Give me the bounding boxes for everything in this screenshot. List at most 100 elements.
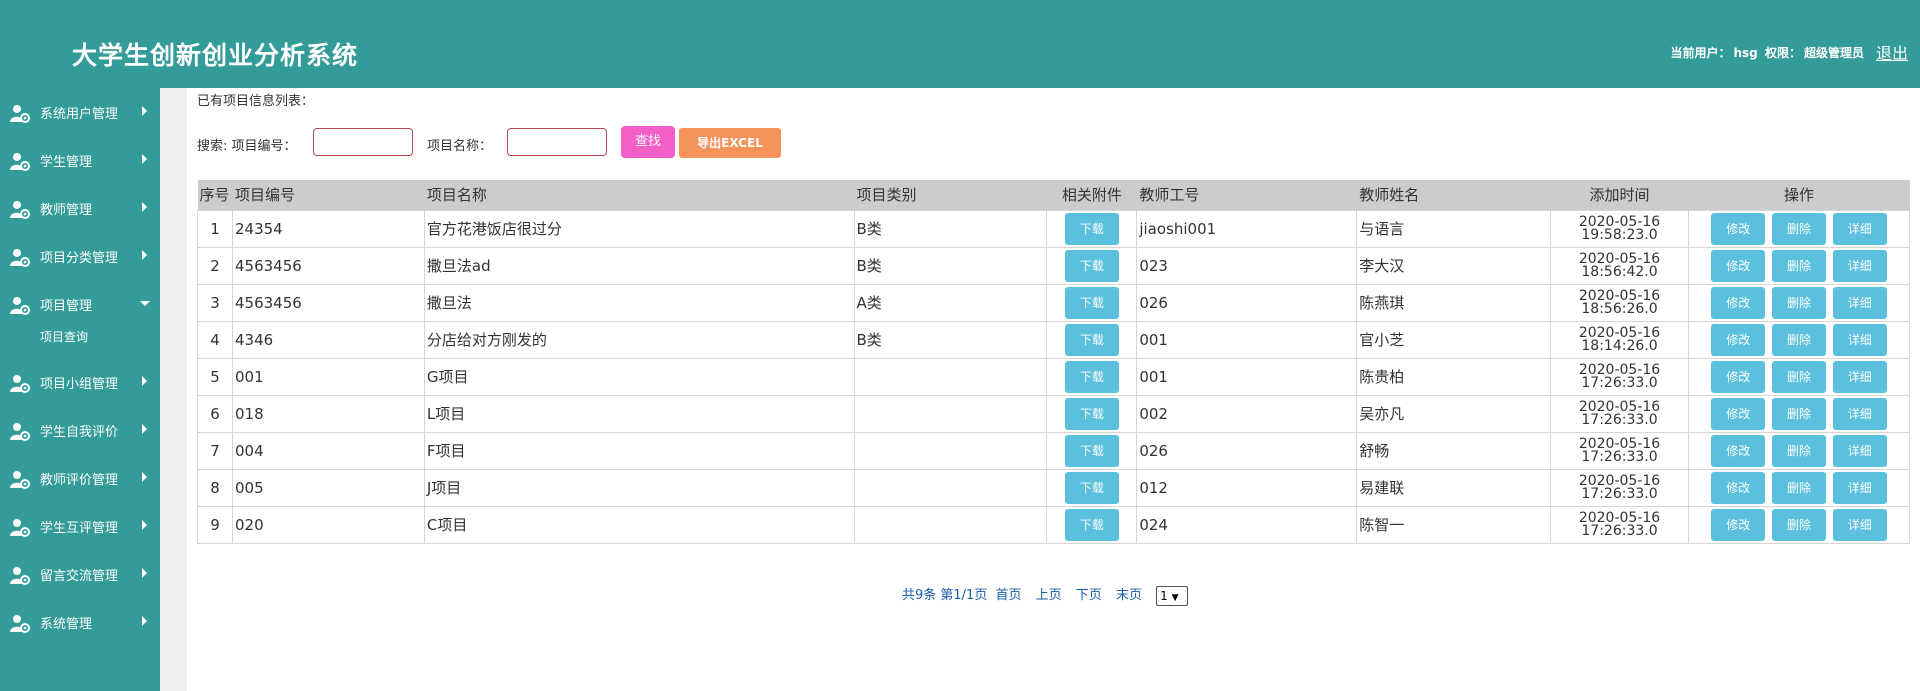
project-name-label: 项目名称： — [427, 139, 493, 154]
edit-button[interactable]: 修改 — [1711, 286, 1766, 319]
project-code-label: 搜索: 项目编号： — [197, 139, 297, 154]
col-header-teacher-no: 教师工号 — [1136, 180, 1358, 210]
cell-index: 6 — [197, 394, 233, 433]
added-clock: 17:26:33.0 — [1581, 522, 1658, 539]
download-button[interactable]: 下载 — [1064, 249, 1119, 282]
cell-teacher-no: jiaoshi001 — [1136, 209, 1358, 248]
delete-button[interactable]: 删除 — [1771, 212, 1826, 245]
project-name-input[interactable] — [507, 128, 607, 156]
first-page-link[interactable]: 首页 — [995, 588, 1021, 603]
cell-attachment: 下载 — [1046, 394, 1138, 433]
sidebar-item-label: 项目管理 — [40, 299, 93, 314]
download-button[interactable]: 下载 — [1064, 212, 1119, 245]
edit-button[interactable]: 修改 — [1711, 434, 1766, 467]
sidebar-item[interactable]: 留言交流管理 — [0, 550, 160, 598]
caret-right-icon — [142, 568, 147, 578]
sidebar-item[interactable]: 系统用户管理 — [0, 88, 160, 136]
sidebar-item[interactable]: 学生管理 — [0, 136, 160, 184]
detail-button[interactable]: 详细 — [1832, 397, 1887, 430]
detail-button[interactable]: 详细 — [1832, 471, 1887, 504]
logout-link[interactable]: 退出 — [1876, 40, 1908, 64]
project-code-input[interactable] — [313, 128, 413, 156]
delete-button[interactable]: 删除 — [1771, 360, 1826, 393]
next-page-link[interactable]: 下页 — [1076, 588, 1102, 603]
detail-button[interactable]: 详细 — [1832, 212, 1887, 245]
user-info: 当前用户： hsg 权限： 超级管理员 — [1667, 44, 1864, 61]
cell-name: 官方花港饭店很过分 — [423, 209, 855, 248]
export-excel-button[interactable]: 导出EXCEL — [679, 128, 781, 158]
table-header-row: 序号 项目编号 项目名称 项目类别 相关附件 教师工号 教师姓名 添加时间 操作 — [197, 180, 1911, 210]
cell-category — [853, 431, 1048, 470]
delete-button[interactable]: 删除 — [1771, 286, 1826, 319]
cell-index: 4 — [197, 320, 233, 359]
delete-button[interactable]: 删除 — [1771, 397, 1826, 430]
added-clock: 17:26:33.0 — [1581, 374, 1658, 391]
cell-code: 24354 — [231, 209, 425, 248]
cell-attachment: 下载 — [1046, 246, 1138, 285]
sidebar-item-label: 学生自我评价 — [40, 425, 119, 440]
sidebar-item[interactable]: 项目管理 — [0, 280, 160, 328]
delete-button[interactable]: 删除 — [1771, 249, 1826, 282]
download-button[interactable]: 下载 — [1064, 508, 1119, 541]
download-button[interactable]: 下载 — [1064, 471, 1119, 504]
detail-button[interactable]: 详细 — [1832, 249, 1887, 282]
col-header-attachment: 相关附件 — [1046, 180, 1138, 210]
cell-added-time: 2020-05-16 17:26:33.0 — [1550, 431, 1689, 470]
edit-button[interactable]: 修改 — [1711, 471, 1766, 504]
cell-code: 4563456 — [231, 246, 425, 285]
content-gutter — [160, 88, 187, 691]
table-row: 1 24354 官方花港饭店很过分 B类 下载 jiaoshi001 与语言 2020-05-… — [197, 209, 1911, 248]
edit-button[interactable]: 修改 — [1711, 360, 1766, 393]
last-page-link[interactable]: 末页 — [1116, 588, 1142, 603]
download-button[interactable]: 下载 — [1064, 323, 1119, 356]
detail-button[interactable]: 详细 — [1832, 323, 1887, 356]
cell-index: 1 — [197, 209, 233, 248]
detail-button[interactable]: 详细 — [1832, 286, 1887, 319]
cell-attachment: 下载 — [1046, 209, 1138, 248]
cell-attachment: 下载 — [1046, 283, 1138, 322]
sidebar-item[interactable]: 学生自我评价 — [0, 406, 160, 454]
edit-button[interactable]: 修改 — [1711, 212, 1766, 245]
edit-button[interactable]: 修改 — [1711, 508, 1766, 541]
download-button[interactable]: 下载 — [1064, 360, 1119, 393]
detail-button[interactable]: 详细 — [1832, 360, 1887, 393]
cell-teacher-name: 舒畅 — [1356, 431, 1552, 470]
prev-page-link[interactable]: 上页 — [1036, 588, 1062, 603]
delete-button[interactable]: 删除 — [1771, 323, 1826, 356]
delete-button[interactable]: 删除 — [1771, 471, 1826, 504]
download-button[interactable]: 下载 — [1064, 397, 1119, 430]
col-header-teacher-name: 教师姓名 — [1356, 180, 1552, 210]
col-header-index: 序号 — [197, 180, 233, 210]
sidebar-subitem-project-query[interactable]: 项目查询 — [0, 328, 160, 358]
pagination: 共9条 第1/1页 首页 上页 下页 末页 1 ▼ — [902, 584, 1189, 606]
sidebar-item[interactable]: 项目小组管理 — [0, 358, 160, 406]
page-select[interactable]: 1 ▼ — [1156, 585, 1189, 606]
detail-button[interactable]: 详细 — [1832, 508, 1887, 541]
cell-added-time: 2020-05-16 17:26:33.0 — [1550, 468, 1689, 507]
sidebar-item-label: 学生管理 — [40, 155, 93, 170]
cell-actions: 修改 删除 详细 — [1687, 468, 1911, 507]
cell-attachment: 下载 — [1046, 431, 1138, 470]
col-header-category: 项目类别 — [854, 180, 1048, 210]
download-button[interactable]: 下载 — [1064, 434, 1119, 467]
delete-button[interactable]: 删除 — [1771, 508, 1826, 541]
download-button[interactable]: 下载 — [1064, 286, 1119, 319]
cell-teacher-name: 易建联 — [1356, 468, 1552, 507]
table-row: 2 4563456 撒旦法ad B类 下载 023 李大汉 2020-05-16 18:56:4… — [197, 246, 1911, 285]
find-button[interactable]: 查找 — [621, 126, 675, 158]
sidebar-item[interactable]: 教师评价管理 — [0, 454, 160, 502]
sidebar-item[interactable]: 学生互评管理 — [0, 502, 160, 550]
edit-button[interactable]: 修改 — [1711, 323, 1766, 356]
detail-button[interactable]: 详细 — [1832, 434, 1887, 467]
sidebar-item[interactable]: 教师管理 — [0, 184, 160, 232]
cell-name: 分店给对方刚发的 — [423, 320, 855, 359]
edit-button[interactable]: 修改 — [1711, 397, 1766, 430]
delete-button[interactable]: 删除 — [1771, 434, 1826, 467]
user-gear-icon — [9, 613, 31, 635]
cell-code: 001 — [231, 357, 425, 396]
sidebar-item[interactable]: 系统管理 — [0, 598, 160, 646]
sidebar-item-label: 学生互评管理 — [40, 521, 119, 536]
sidebar-item[interactable]: 项目分类管理 — [0, 232, 160, 280]
edit-button[interactable]: 修改 — [1711, 249, 1766, 282]
user-gear-icon — [9, 373, 31, 395]
